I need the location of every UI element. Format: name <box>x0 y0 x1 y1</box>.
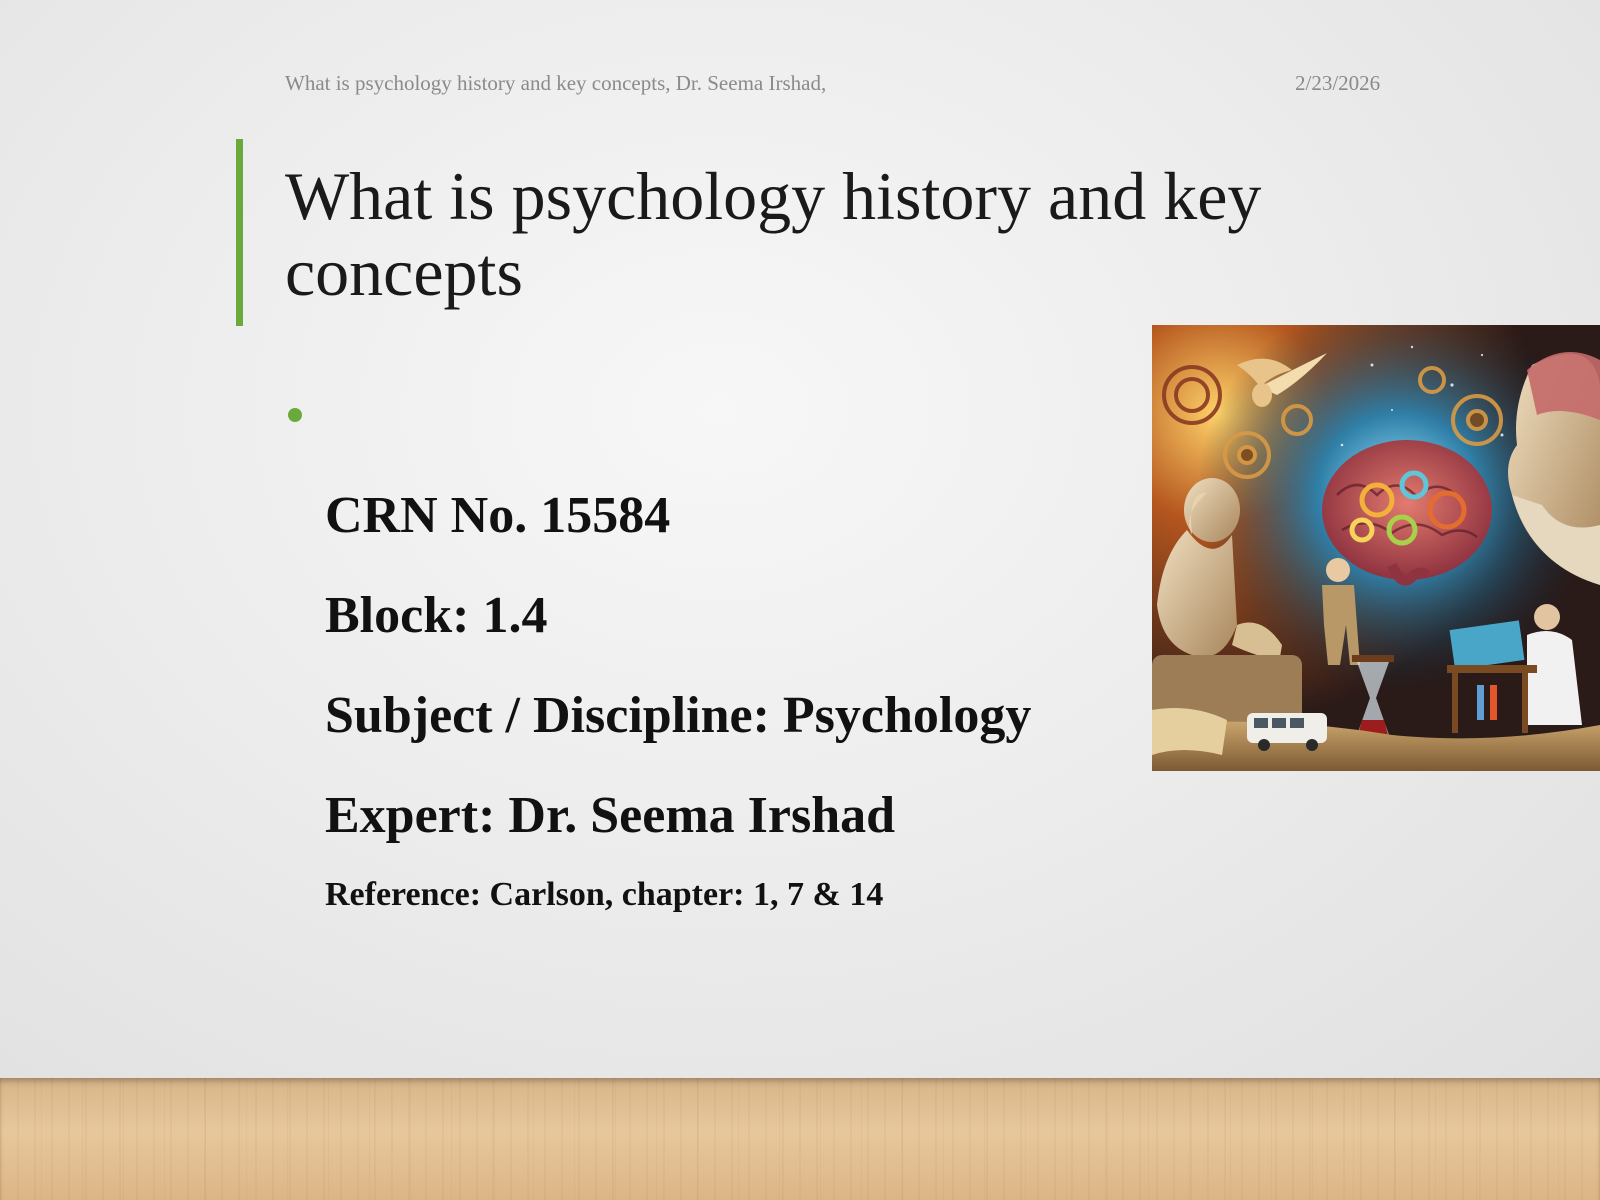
header-date: 2/23/2026 <box>1295 71 1381 95</box>
bullet-icon <box>288 408 302 422</box>
reference: Reference: Carlson, chapter: 1, 7 & 14 <box>325 876 884 913</box>
block-number: Block: 1.4 <box>325 587 548 644</box>
crn-number: CRN No. 15584 <box>325 487 671 544</box>
title-accent-bar <box>236 139 243 326</box>
wooden-floor <box>0 1078 1600 1200</box>
psychology-history-illustration <box>1152 325 1600 771</box>
expert-name: Expert: Dr. Seema Irshad <box>325 787 896 844</box>
slide-title: What is psychology history and key conce… <box>285 158 1262 310</box>
header-footer-text: What is psychology history and key conce… <box>285 71 827 95</box>
slide: What is psychology history and key conce… <box>0 0 1600 1078</box>
subject-discipline: Subject / Discipline: Psychology <box>325 687 1032 744</box>
